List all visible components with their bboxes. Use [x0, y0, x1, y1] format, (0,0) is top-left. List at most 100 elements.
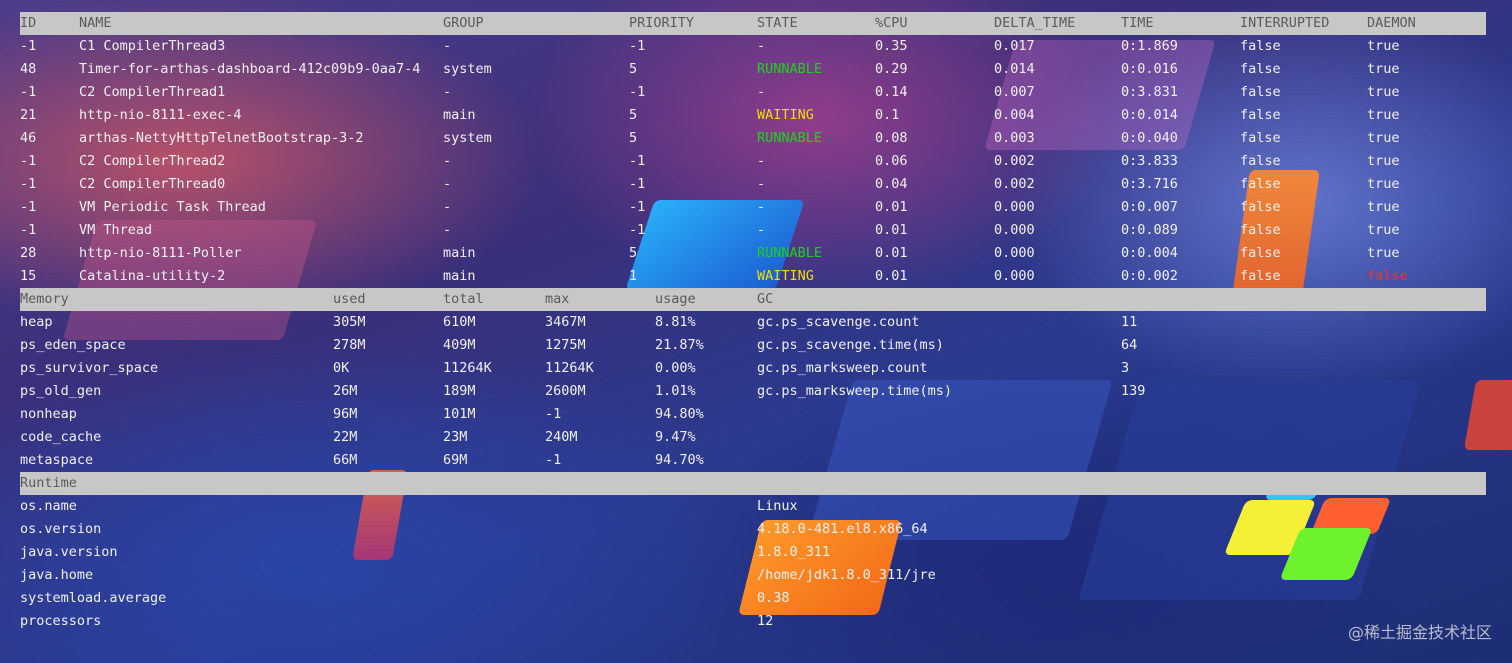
memory-row-2-total: 11264K: [443, 360, 492, 376]
runtime-row-5-value: 12: [757, 613, 774, 629]
thread-col-header-group: GROUP: [443, 15, 484, 31]
memory-row-3-total: 189M: [443, 383, 476, 399]
thread-row-1-time: 0:0.016: [1121, 61, 1178, 77]
thread-col-header-daemon: DAEMON: [1367, 15, 1416, 31]
thread-row-7-state: -: [757, 199, 766, 215]
memory-row-0-memory: heap: [20, 314, 53, 330]
thread-row-0-name: C1 CompilerThread3: [79, 38, 226, 54]
memory-row-6-total: 69M: [443, 452, 468, 468]
gc-row-3-value: 139: [1121, 383, 1146, 399]
thread-row-5-name: C2 CompilerThread2: [79, 153, 226, 169]
thread-row-6-interrupted: false: [1240, 176, 1281, 192]
thread-row-8-group: -: [443, 222, 452, 238]
thread-row-5-cpu: 0.06: [875, 153, 908, 169]
runtime-row-1-value: 4.18.0-481.el8.x86_64: [757, 521, 928, 537]
thread-row-2-delta-time: 0.007: [994, 84, 1035, 100]
thread-row-9-time: 0:0.004: [1121, 245, 1178, 261]
memory-col-header-gc: GC: [757, 291, 774, 307]
runtime-row-3-key: java.home: [20, 567, 94, 583]
thread-row-0-daemon: true: [1367, 38, 1400, 54]
thread-row-8-daemon: true: [1367, 222, 1400, 238]
memory-row-4-memory: nonheap: [20, 406, 77, 422]
thread-row-8-time: 0:0.089: [1121, 222, 1178, 238]
thread-row-6-time: 0:3.716: [1121, 176, 1178, 192]
runtime-row-3-value: /home/jdk1.8.0_311/jre: [757, 567, 936, 583]
thread-row-10-group: main: [443, 268, 476, 284]
memory-row-6-memory: metaspace: [20, 452, 94, 468]
runtime-row-1-key: os.version: [20, 521, 102, 537]
thread-row-9-daemon: true: [1367, 245, 1400, 261]
thread-row-6-state: -: [757, 176, 766, 192]
memory-row-2-max: 11264K: [545, 360, 594, 376]
watermark: @稀土掘金技术社区: [1347, 623, 1492, 642]
thread-row-5-delta-time: 0.002: [994, 153, 1035, 169]
gc-row-2-value: 3: [1121, 360, 1130, 376]
memory-row-2-memory: ps_survivor_space: [20, 360, 159, 376]
thread-row-6-delta-time: 0.002: [994, 176, 1035, 192]
thread-row-1-state: RUNNABLE: [757, 61, 823, 77]
memory-row-4-total: 101M: [443, 406, 476, 422]
memory-row-2-used: 0K: [333, 360, 350, 376]
thread-row-10-priority: 1: [629, 268, 638, 284]
thread-row-0-cpu: 0.35: [875, 38, 908, 54]
thread-row-7-id: -1: [20, 199, 37, 215]
memory-row-4-usage: 94.80%: [655, 406, 704, 422]
thread-row-7-delta-time: 0.000: [994, 199, 1035, 215]
arthas-dashboard: ID NAME GROUP PRIORITY STATE %CPU DELTA_TIME TI…: [0, 0, 1512, 663]
thread-row-3-time: 0:0.014: [1121, 107, 1178, 123]
thread-row-1-name: Timer-for-arthas-dashboard-412c09b9-0aa7…: [79, 61, 421, 77]
thread-row-5-state: -: [757, 153, 766, 169]
thread-row-4-name: arthas-NettyHttpTelnetBootstrap-3-2: [79, 130, 364, 146]
thread-row-0-time: 0:1.869: [1121, 38, 1178, 54]
memory-row-3-max: 2600M: [545, 383, 586, 399]
thread-row-0-delta-time: 0.017: [994, 38, 1035, 54]
thread-row-2-name: C2 CompilerThread1: [79, 84, 226, 100]
thread-row-6-id: -1: [20, 176, 37, 192]
memory-row-0-total: 610M: [443, 314, 476, 330]
thread-col-header-cpu: %CPU: [875, 15, 908, 31]
thread-row-5-daemon: true: [1367, 153, 1400, 169]
thread-row-10-daemon: false: [1367, 268, 1408, 284]
thread-row-4-daemon: true: [1367, 130, 1400, 146]
gc-row-0-value: 11: [1121, 314, 1138, 330]
runtime-header: Runtime: [20, 475, 77, 491]
thread-col-header-delta-time: DELTA_TIME: [994, 15, 1076, 31]
thread-row-7-daemon: true: [1367, 199, 1400, 215]
thread-row-9-id: 28: [20, 245, 37, 261]
thread-row-1-priority: 5: [629, 61, 638, 77]
thread-row-0-group: -: [443, 38, 452, 54]
thread-row-4-interrupted: false: [1240, 130, 1281, 146]
thread-row-4-cpu: 0.08: [875, 130, 908, 146]
thread-row-4-group: system: [443, 130, 492, 146]
memory-row-3-used: 26M: [333, 383, 358, 399]
thread-row-5-group: -: [443, 153, 452, 169]
thread-row-1-delta-time: 0.014: [994, 61, 1035, 77]
thread-row-3-state: WAITING: [757, 107, 814, 123]
thread-row-8-priority: -1: [629, 222, 646, 238]
thread-row-9-group: main: [443, 245, 476, 261]
memory-row-6-max: -1: [545, 452, 562, 468]
runtime-header-bar: [20, 472, 1486, 495]
thread-row-10-name: Catalina-utility-2: [79, 268, 226, 284]
thread-row-9-state: RUNNABLE: [757, 245, 823, 261]
thread-row-1-cpu: 0.29: [875, 61, 908, 77]
thread-row-2-daemon: true: [1367, 84, 1400, 100]
thread-row-0-id: -1: [20, 38, 37, 54]
thread-row-10-id: 15: [20, 268, 37, 284]
gc-row-3-name: gc.ps_marksweep.time(ms): [757, 383, 953, 399]
thread-row-6-daemon: true: [1367, 176, 1400, 192]
runtime-row-2-key: java.version: [20, 544, 118, 560]
thread-row-1-group: system: [443, 61, 492, 77]
thread-row-9-cpu: 0.01: [875, 245, 908, 261]
thread-row-3-priority: 5: [629, 107, 638, 123]
memory-row-0-used: 305M: [333, 314, 366, 330]
memory-row-1-used: 278M: [333, 337, 366, 353]
thread-row-3-cpu: 0.1: [875, 107, 900, 123]
thread-row-10-cpu: 0.01: [875, 268, 908, 284]
thread-col-header-state: STATE: [757, 15, 798, 31]
thread-row-1-interrupted: false: [1240, 61, 1281, 77]
memory-row-3-memory: ps_old_gen: [20, 383, 102, 399]
thread-row-10-interrupted: false: [1240, 268, 1281, 284]
memory-row-5-memory: code_cache: [20, 429, 102, 445]
thread-row-3-interrupted: false: [1240, 107, 1281, 123]
